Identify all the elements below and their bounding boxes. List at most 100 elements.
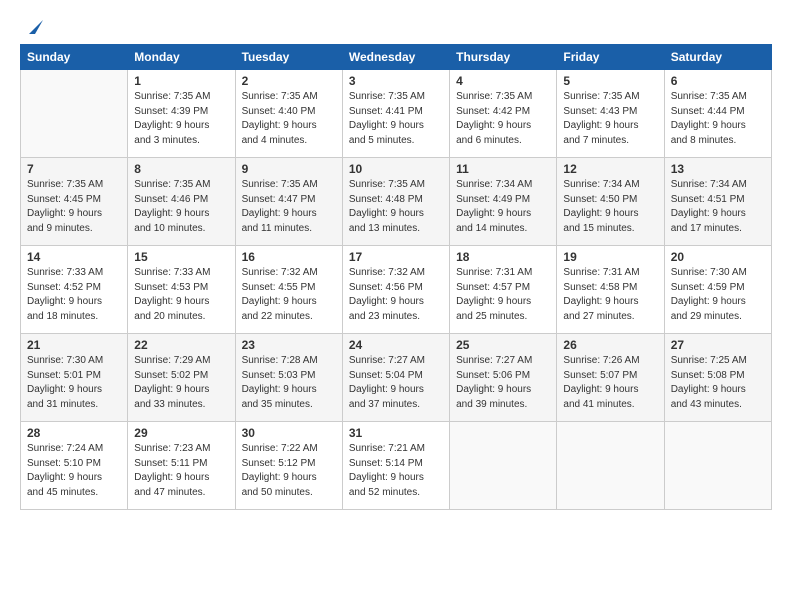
day-cell: 29Sunrise: 7:23 AM Sunset: 5:11 PM Dayli… xyxy=(128,422,235,510)
day-info: Sunrise: 7:27 AM Sunset: 5:04 PM Dayligh… xyxy=(349,354,443,412)
header-cell-saturday: Saturday xyxy=(664,45,771,70)
day-number: 11 xyxy=(456,162,550,176)
day-number: 7 xyxy=(27,162,121,176)
week-row-1: 1 Sunrise: 7:35 AM Sunset: 4:39 PM Daylig… xyxy=(21,70,772,158)
day-cell: 18 Sunrise: 7:31 AM Sunset: 4:57 PM Dayli… xyxy=(450,246,557,334)
day-number: 24 xyxy=(349,338,443,352)
day-number: 3 xyxy=(349,74,443,88)
day-cell: 14Sunrise: 7:33 AM Sunset: 4:52 PM Dayli… xyxy=(21,246,128,334)
day-info: Sunrise: 7:35 AM Sunset: 4:44 PM Dayligh… xyxy=(671,90,765,148)
day-cell: 6 Sunrise: 7:35 AM Sunset: 4:44 PM Daylig… xyxy=(664,70,771,158)
day-info: Sunrise: 7:33 AM Sunset: 4:52 PM Dayligh… xyxy=(27,266,121,324)
header-cell-friday: Friday xyxy=(557,45,664,70)
day-info: Sunrise: 7:35 AM Sunset: 4:39 PM Dayligh… xyxy=(134,90,228,148)
day-number: 21 xyxy=(27,338,121,352)
day-info: Sunrise: 7:35 AM Sunset: 4:40 PM Dayligh… xyxy=(242,90,336,148)
day-cell: 24 Sunrise: 7:27 AM Sunset: 5:04 PM Dayli… xyxy=(342,334,449,422)
calendar-table: SundayMondayTuesdayWednesdayThursdayFrid… xyxy=(20,44,772,510)
week-row-4: 21 Sunrise: 7:30 AM Sunset: 5:01 PM Dayli… xyxy=(21,334,772,422)
day-cell: 28 Sunrise: 7:24 AM Sunset: 5:10 PM Dayli… xyxy=(21,422,128,510)
week-row-5: 28 Sunrise: 7:24 AM Sunset: 5:10 PM Dayli… xyxy=(21,422,772,510)
day-number: 27 xyxy=(671,338,765,352)
day-cell: 26 Sunrise: 7:26 AM Sunset: 5:07 PM Dayli… xyxy=(557,334,664,422)
day-info: Sunrise: 7:24 AM Sunset: 5:10 PM Dayligh… xyxy=(27,442,121,500)
day-info: Sunrise: 7:35 AM Sunset: 4:45 PM Dayligh… xyxy=(27,178,121,236)
day-info: Sunrise: 7:35 AM Sunset: 4:41 PM Dayligh… xyxy=(349,90,443,148)
day-info: Sunrise: 7:22 AM Sunset: 5:12 PM Dayligh… xyxy=(242,442,336,500)
header-cell-tuesday: Tuesday xyxy=(235,45,342,70)
day-info: Sunrise: 7:31 AM Sunset: 4:57 PM Dayligh… xyxy=(456,266,550,324)
day-number: 17 xyxy=(349,250,443,264)
day-info: Sunrise: 7:32 AM Sunset: 4:55 PM Dayligh… xyxy=(242,266,336,324)
day-cell: 16 Sunrise: 7:32 AM Sunset: 4:55 PM Dayli… xyxy=(235,246,342,334)
day-info: Sunrise: 7:30 AM Sunset: 4:59 PM Dayligh… xyxy=(671,266,765,324)
day-cell xyxy=(557,422,664,510)
day-number: 30 xyxy=(242,426,336,440)
day-cell: 4 Sunrise: 7:35 AM Sunset: 4:42 PM Daylig… xyxy=(450,70,557,158)
day-number: 22 xyxy=(134,338,228,352)
day-cell: 19 Sunrise: 7:31 AM Sunset: 4:58 PM Dayli… xyxy=(557,246,664,334)
week-row-2: 7 Sunrise: 7:35 AM Sunset: 4:45 PM Daylig… xyxy=(21,158,772,246)
day-cell: 9 Sunrise: 7:35 AM Sunset: 4:47 PM Daylig… xyxy=(235,158,342,246)
day-cell: 17 Sunrise: 7:32 AM Sunset: 4:56 PM Dayli… xyxy=(342,246,449,334)
day-cell: 10Sunrise: 7:35 AM Sunset: 4:48 PM Dayli… xyxy=(342,158,449,246)
day-number: 25 xyxy=(456,338,550,352)
day-info: Sunrise: 7:27 AM Sunset: 5:06 PM Dayligh… xyxy=(456,354,550,412)
day-cell: 13 Sunrise: 7:34 AM Sunset: 4:51 PM Dayli… xyxy=(664,158,771,246)
day-number: 9 xyxy=(242,162,336,176)
week-row-3: 14Sunrise: 7:33 AM Sunset: 4:52 PM Dayli… xyxy=(21,246,772,334)
day-info: Sunrise: 7:25 AM Sunset: 5:08 PM Dayligh… xyxy=(671,354,765,412)
day-number: 4 xyxy=(456,74,550,88)
day-info: Sunrise: 7:26 AM Sunset: 5:07 PM Dayligh… xyxy=(563,354,657,412)
main-container: SundayMondayTuesdayWednesdayThursdayFrid… xyxy=(0,0,792,520)
day-info: Sunrise: 7:35 AM Sunset: 4:47 PM Dayligh… xyxy=(242,178,336,236)
day-cell: 23Sunrise: 7:28 AM Sunset: 5:03 PM Dayli… xyxy=(235,334,342,422)
day-cell xyxy=(21,70,128,158)
day-info: Sunrise: 7:23 AM Sunset: 5:11 PM Dayligh… xyxy=(134,442,228,500)
day-number: 12 xyxy=(563,162,657,176)
day-cell: 21 Sunrise: 7:30 AM Sunset: 5:01 PM Dayli… xyxy=(21,334,128,422)
day-number: 31 xyxy=(349,426,443,440)
header-cell-wednesday: Wednesday xyxy=(342,45,449,70)
day-info: Sunrise: 7:33 AM Sunset: 4:53 PM Dayligh… xyxy=(134,266,228,324)
day-number: 19 xyxy=(563,250,657,264)
calendar-body: 1 Sunrise: 7:35 AM Sunset: 4:39 PM Daylig… xyxy=(21,70,772,510)
day-info: Sunrise: 7:31 AM Sunset: 4:58 PM Dayligh… xyxy=(563,266,657,324)
day-number: 1 xyxy=(134,74,228,88)
day-info: Sunrise: 7:35 AM Sunset: 4:43 PM Dayligh… xyxy=(563,90,657,148)
day-number: 2 xyxy=(242,74,336,88)
day-info: Sunrise: 7:34 AM Sunset: 4:49 PM Dayligh… xyxy=(456,178,550,236)
day-cell: 22 Sunrise: 7:29 AM Sunset: 5:02 PM Dayli… xyxy=(128,334,235,422)
header-row: SundayMondayTuesdayWednesdayThursdayFrid… xyxy=(21,45,772,70)
day-info: Sunrise: 7:29 AM Sunset: 5:02 PM Dayligh… xyxy=(134,354,228,412)
day-cell: 7 Sunrise: 7:35 AM Sunset: 4:45 PM Daylig… xyxy=(21,158,128,246)
day-cell: 25 Sunrise: 7:27 AM Sunset: 5:06 PM Dayli… xyxy=(450,334,557,422)
day-number: 6 xyxy=(671,74,765,88)
day-number: 28 xyxy=(27,426,121,440)
day-number: 20 xyxy=(671,250,765,264)
day-number: 26 xyxy=(563,338,657,352)
day-cell: 1 Sunrise: 7:35 AM Sunset: 4:39 PM Daylig… xyxy=(128,70,235,158)
day-cell: 3 Sunrise: 7:35 AM Sunset: 4:41 PM Daylig… xyxy=(342,70,449,158)
day-info: Sunrise: 7:34 AM Sunset: 4:51 PM Dayligh… xyxy=(671,178,765,236)
day-number: 8 xyxy=(134,162,228,176)
header-cell-thursday: Thursday xyxy=(450,45,557,70)
day-info: Sunrise: 7:30 AM Sunset: 5:01 PM Dayligh… xyxy=(27,354,121,412)
day-cell: 20 Sunrise: 7:30 AM Sunset: 4:59 PM Dayli… xyxy=(664,246,771,334)
day-cell: 15Sunrise: 7:33 AM Sunset: 4:53 PM Dayli… xyxy=(128,246,235,334)
day-number: 18 xyxy=(456,250,550,264)
day-info: Sunrise: 7:32 AM Sunset: 4:56 PM Dayligh… xyxy=(349,266,443,324)
day-number: 13 xyxy=(671,162,765,176)
day-info: Sunrise: 7:35 AM Sunset: 4:42 PM Dayligh… xyxy=(456,90,550,148)
logo-bird-icon xyxy=(21,16,43,38)
day-cell: 5Sunrise: 7:35 AM Sunset: 4:43 PM Daylig… xyxy=(557,70,664,158)
day-info: Sunrise: 7:28 AM Sunset: 5:03 PM Dayligh… xyxy=(242,354,336,412)
day-info: Sunrise: 7:35 AM Sunset: 4:46 PM Dayligh… xyxy=(134,178,228,236)
logo xyxy=(20,16,43,34)
day-cell: 2 Sunrise: 7:35 AM Sunset: 4:40 PM Daylig… xyxy=(235,70,342,158)
day-info: Sunrise: 7:34 AM Sunset: 4:50 PM Dayligh… xyxy=(563,178,657,236)
day-cell: 12 Sunrise: 7:34 AM Sunset: 4:50 PM Dayli… xyxy=(557,158,664,246)
header xyxy=(20,16,772,34)
day-number: 16 xyxy=(242,250,336,264)
day-number: 10 xyxy=(349,162,443,176)
